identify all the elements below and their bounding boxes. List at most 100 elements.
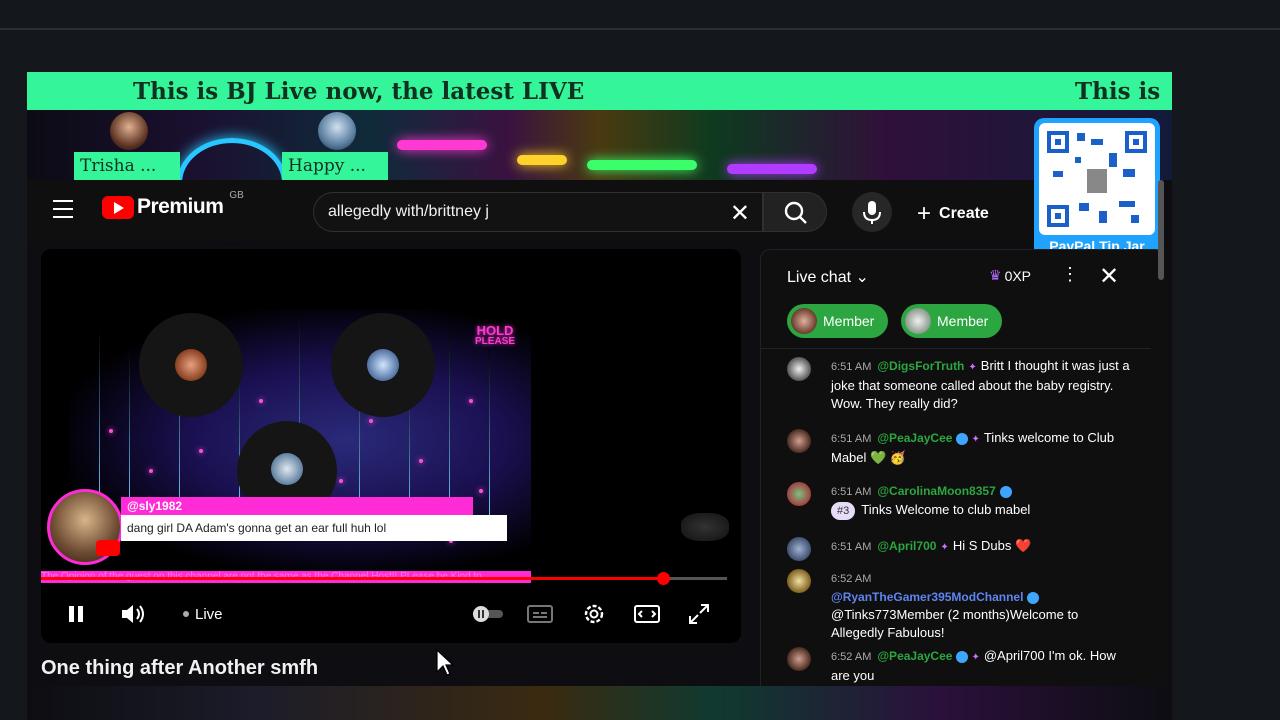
progress-bar[interactable] (41, 572, 727, 585)
chat-message: 6:51 AM @DigsForTruth ✦ Britt I thought it … (787, 357, 1130, 427)
chat-message: 6:52 AM @PeaJayCee ✦ @April700 I'm ok. How … (787, 647, 1127, 687)
theater-icon (634, 605, 660, 623)
menu-icon[interactable] (53, 200, 73, 218)
video-player[interactable]: HOLD PLEASE @sly1982 dang girl DA Adam's… (41, 249, 741, 643)
participant-circle (331, 313, 435, 417)
volume-button[interactable] (119, 599, 149, 629)
guest-name: Trisha ... (74, 152, 180, 180)
chat-header: Live chat ⌄ ♛ 0XP ⋮ ✕ (761, 250, 1167, 300)
member-pill[interactable]: Member (787, 304, 889, 338)
scrubber-handle[interactable] (657, 572, 671, 585)
crown-icon: ♛ (989, 267, 1002, 283)
youtube-play-icon (102, 195, 134, 219)
ticker-banner: This is BJ Live now, the latest LIVE Thi… (27, 72, 1172, 110)
toggle-icon (473, 606, 503, 622)
user-avatar (787, 482, 811, 506)
youtube-header: Premium GB allegedly with/brittney j ✕ +… (27, 180, 1034, 242)
paypal-tip-jar[interactable]: PayPal Tip Jar (1034, 118, 1160, 262)
logo-text: Premium (137, 195, 224, 218)
user-avatar (787, 537, 811, 561)
chat-message: 6:51 AM @April700 ✦ Hi S Dubs ❤️ (787, 537, 1127, 567)
verified-icon (1027, 591, 1040, 604)
youtube-premium-logo[interactable]: Premium GB (102, 190, 244, 219)
search-button[interactable] (763, 192, 827, 232)
ticker-text: This is BJ Live now, the latest LIVE (133, 77, 585, 105)
user-avatar (787, 357, 811, 381)
member-badge-icon: ✦ (971, 434, 980, 445)
guest-tile: Happy ... (282, 110, 392, 180)
hold-please-sign: HOLD PLEASE (475, 323, 516, 347)
plus-icon: + (917, 200, 932, 227)
settings-button[interactable] (581, 599, 607, 629)
search-query: allegedly with/brittney j (328, 203, 489, 220)
chat-message: 6:51 AM @PeaJayCee ✦ Tinks welcome to Club … (787, 429, 1127, 479)
video-title: One thing after Another smfh (41, 657, 319, 679)
neon-floor-strip (27, 686, 1172, 720)
scrollbar[interactable] (1158, 180, 1164, 280)
neon-pink (397, 140, 487, 150)
create-button[interactable]: + Create (917, 200, 989, 228)
comment-author: @sly1982 (121, 497, 473, 515)
live-chat-panel: Live chat ⌄ ♛ 0XP ⋮ ✕ Member Member 6:51 … (760, 249, 1166, 686)
member-avatar (791, 308, 817, 334)
chat-mode-selector[interactable]: Live chat ⌄ (787, 267, 869, 287)
xp-badge[interactable]: ♛ 0XP (989, 267, 1031, 284)
autoplay-toggle[interactable] (471, 599, 505, 629)
member-avatar (905, 308, 931, 334)
clear-search-icon[interactable]: ✕ (730, 199, 750, 228)
volume-icon (122, 605, 144, 623)
member-pill[interactable]: Member (901, 304, 1003, 338)
verified-icon (956, 432, 969, 445)
voice-search-button[interactable] (852, 192, 892, 232)
neon-purple (727, 164, 817, 174)
member-badge-icon: ✦ (940, 542, 949, 553)
chat-messages: 6:51 AM @DigsForTruth ✦ Britt I thought it … (761, 348, 1151, 687)
commenter-avatar (47, 489, 123, 565)
microphone-icon (863, 201, 881, 224)
user-avatar (787, 569, 811, 593)
chat-message: 6:52 AM @RyanTheGamer395ModChannel @Tinks7… (787, 569, 1127, 640)
pause-icon (69, 606, 83, 622)
neon-green (587, 160, 697, 170)
mouse-cursor-icon (436, 648, 455, 676)
comment-text: dang girl DA Adam's gonna get an ear ful… (121, 515, 507, 541)
live-label: Live (195, 605, 223, 623)
user-avatar (787, 647, 811, 671)
user-avatar (787, 429, 811, 453)
chevron-down-icon: ⌄ (855, 269, 869, 286)
qr-code-icon (1039, 123, 1155, 235)
captions-icon (527, 605, 553, 623)
guest-avatar (318, 112, 356, 150)
participant-circle (139, 313, 243, 417)
guest-avatar (110, 112, 148, 150)
pause-button[interactable] (65, 599, 87, 629)
chat-message: 6:51 AM @CarolinaMoon8357 #3 Tinks Welcome … (787, 482, 1127, 532)
youtube-icon (96, 540, 120, 556)
rank-badge: #3 (831, 502, 856, 520)
stream-overlay: This is BJ Live now, the latest LIVE Thi… (27, 72, 1172, 720)
guest-tile: Trisha ... (74, 110, 184, 180)
player-controls: Live (41, 595, 741, 635)
search-input[interactable]: allegedly with/brittney j ✕ (313, 192, 763, 232)
live-indicator[interactable]: Live (183, 599, 223, 629)
region-code: GB (229, 189, 244, 201)
verified-icon (999, 485, 1012, 498)
member-badge-icon: ✦ (971, 652, 980, 663)
theater-mode-button[interactable] (633, 599, 661, 629)
search-icon (784, 201, 807, 224)
neon-background (27, 110, 1172, 228)
close-chat-icon[interactable]: ✕ (1099, 262, 1119, 291)
captions-button[interactable] (527, 599, 553, 629)
more-options-icon[interactable]: ⋮ (1061, 264, 1079, 285)
gear-icon (584, 604, 604, 624)
fullscreen-button[interactable] (687, 599, 711, 629)
guest-name: Happy ... (282, 152, 388, 180)
live-dot-icon (183, 611, 189, 617)
progress-fill (41, 577, 664, 580)
neon-yellow (517, 155, 567, 165)
expand-icon (689, 604, 709, 624)
member-badge-icon: ✦ (968, 362, 977, 373)
verified-icon (956, 650, 969, 663)
mask-logo (681, 513, 729, 541)
create-label: Create (939, 205, 989, 222)
